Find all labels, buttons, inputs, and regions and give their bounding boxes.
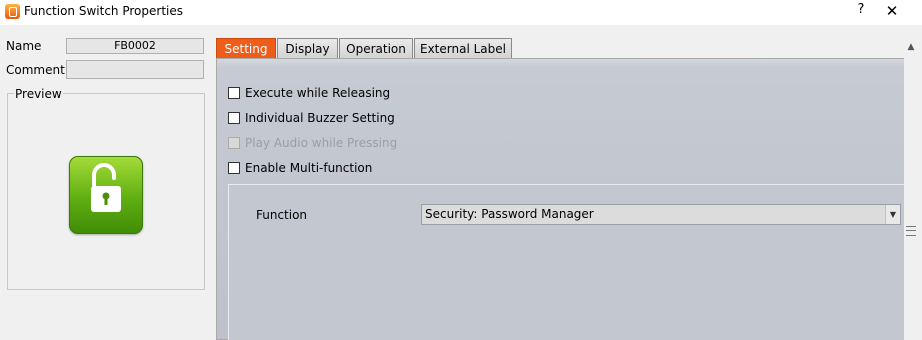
scroll-up-icon[interactable]: ▲ (905, 42, 917, 52)
window-title: Function Switch Properties (24, 4, 183, 18)
function-select-value: Security: Password Manager (425, 207, 594, 221)
execute-while-releasing-label: Execute while Releasing (245, 86, 391, 100)
function-label: Function (256, 208, 308, 222)
close-button[interactable]: ✕ (883, 2, 901, 20)
preview-unlock-button (69, 156, 143, 234)
chevron-down-icon[interactable]: ▼ (885, 205, 900, 224)
tab-display[interactable]: Display (277, 38, 338, 59)
comment-label: Comment (6, 63, 65, 77)
tab-operation[interactable]: Operation (339, 38, 413, 59)
play-audio-label: Play Audio while Pressing (245, 136, 398, 150)
vertical-scrollbar[interactable] (904, 38, 922, 340)
tab-setting[interactable]: Setting (216, 38, 276, 59)
help-button[interactable]: ? (853, 2, 869, 17)
enable-multifunction-checkbox[interactable] (228, 162, 240, 174)
function-select[interactable]: Security: Password Manager ▼ (421, 204, 901, 225)
scroll-grip-icon[interactable] (906, 226, 916, 236)
unlock-icon (91, 163, 121, 212)
name-field[interactable]: FB0002 (66, 38, 204, 54)
enable-multifunction-label: Enable Multi-function (245, 161, 373, 175)
comment-field[interactable] (66, 60, 204, 79)
execute-while-releasing-checkbox[interactable] (228, 87, 240, 99)
preview-label: Preview (14, 87, 63, 101)
individual-buzzer-label: Individual Buzzer Setting (245, 111, 395, 125)
individual-buzzer-checkbox[interactable] (228, 112, 240, 124)
app-icon (5, 4, 20, 19)
tab-external-label[interactable]: External Label (414, 38, 512, 59)
play-audio-checkbox (228, 137, 240, 149)
name-label: Name (6, 39, 42, 53)
title-bar: Function Switch Properties ? ✕ (0, 0, 922, 25)
